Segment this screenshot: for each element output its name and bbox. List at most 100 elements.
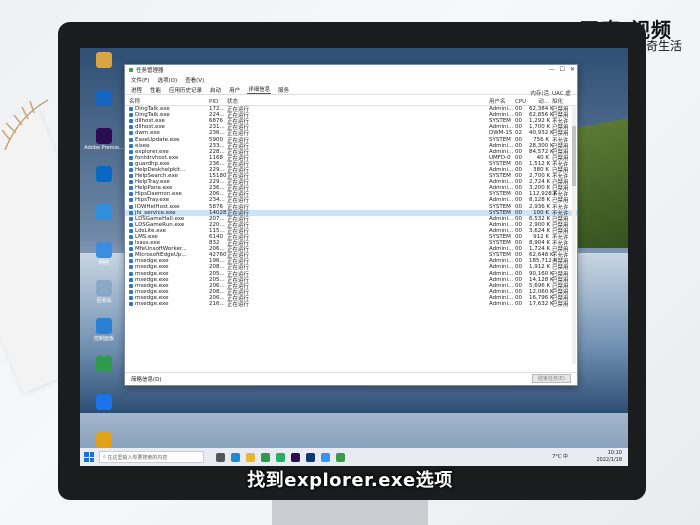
- desktop-icon[interactable]: 回收站: [82, 280, 126, 314]
- task-manager-taskbar-icon[interactable]: [336, 452, 345, 462]
- desktop-icon-label: 回收站: [96, 298, 112, 304]
- col-header-memory[interactable]: 内存(活动...: [529, 89, 549, 105]
- app-icon: [96, 166, 112, 182]
- desktop-icon[interactable]: 网络: [82, 242, 126, 276]
- process-name-cell: DingTalk.exe: [125, 106, 209, 112]
- task-view-icon[interactable]: [216, 452, 225, 462]
- process-mem-cell: 14,128 K: [529, 276, 554, 283]
- process-user-cell: SYSTEM: [489, 136, 511, 143]
- process-pid-cell: 115...: [209, 227, 225, 234]
- process-icon: [129, 247, 133, 252]
- tab-item[interactable]: 服务: [277, 86, 290, 94]
- process-pid-cell: 208...: [209, 288, 225, 295]
- process-icon: [129, 271, 133, 276]
- process-pid-cell: 196...: [209, 258, 225, 265]
- col-header-name[interactable]: 名称: [125, 97, 209, 105]
- task-manager-window[interactable]: 任务管理器 — ☐ ✕ 文件(F) 选项(O) 查看(V) 进程 性能 应用历史记录 启动…: [124, 64, 578, 386]
- ime-indicator[interactable]: 中: [563, 454, 568, 460]
- file-explorer-icon[interactable]: [246, 452, 255, 462]
- process-pid-cell: 216...: [209, 301, 225, 308]
- tab-item[interactable]: 启动: [209, 86, 222, 94]
- process-pid-cell: 207...: [209, 215, 225, 222]
- process-name-cell: msedge.exe: [125, 301, 209, 307]
- process-name-cell: HelpTray.exe: [125, 179, 209, 185]
- app-icon: [96, 204, 112, 220]
- tab-item[interactable]: 用户: [228, 86, 241, 94]
- desktop-icon[interactable]: [82, 52, 126, 86]
- process-user-cell: Admini...: [489, 282, 514, 289]
- process-icon: [129, 198, 133, 203]
- col-header-uac[interactable]: UAC 虚拟化: [549, 89, 576, 105]
- tray-status: 7°C 中: [552, 453, 568, 460]
- menu-item[interactable]: 文件(F): [131, 76, 149, 84]
- vertical-scrollbar[interactable]: [572, 106, 576, 364]
- minimize-icon[interactable]: —: [549, 66, 555, 73]
- process-name: HipsTray.exe: [135, 197, 170, 204]
- taskbar-search-input[interactable]: ⌕ 在这里输入你要搜索的内容: [99, 451, 204, 463]
- desktop-icon[interactable]: [82, 90, 126, 124]
- process-name-cell: LMS.exe: [125, 234, 209, 240]
- menu-item[interactable]: 选项(O): [157, 76, 177, 84]
- desktop-icon[interactable]: [82, 394, 126, 428]
- process-icon: [129, 113, 133, 118]
- fewer-details-link[interactable]: 简略信息(D): [131, 375, 162, 383]
- edge-icon[interactable]: [231, 452, 240, 462]
- weather-temp[interactable]: 7°C: [552, 454, 561, 460]
- desktop-icon[interactable]: [82, 204, 126, 238]
- desktop-icon[interactable]: 控制面板: [82, 318, 126, 352]
- tab-item[interactable]: 详细信息: [247, 85, 272, 94]
- photoshop-icon[interactable]: [306, 452, 315, 462]
- process-mem-cell: 1,912 K: [529, 264, 551, 271]
- process-user-cell: Admini...: [489, 215, 514, 222]
- process-name-cell: jhi_service.exe: [125, 210, 209, 216]
- process-pid-cell: 205...: [209, 270, 225, 277]
- process-mem-cell: 62,648 K: [529, 252, 554, 259]
- process-icon: [129, 302, 133, 307]
- tab-item[interactable]: 应用历史记录: [168, 86, 203, 94]
- scrollbar-thumb[interactable]: [572, 126, 576, 186]
- dingtalk-icon[interactable]: [321, 452, 330, 462]
- tab-item[interactable]: 性能: [149, 86, 162, 94]
- process-cpu-cell: 00: [515, 203, 522, 210]
- process-cpu-cell: 00: [515, 294, 522, 301]
- process-cpu-cell: 00: [515, 173, 522, 180]
- col-header-status[interactable]: 状态: [227, 97, 489, 105]
- title-bar[interactable]: 任务管理器: [125, 65, 577, 75]
- premiere-icon[interactable]: [291, 452, 300, 462]
- process-icon: [129, 283, 133, 288]
- process-icon: [129, 186, 133, 191]
- process-name: HelpTray.exe: [135, 179, 170, 186]
- process-user-cell: Admini...: [489, 142, 514, 149]
- process-cpu-cell: 00: [515, 227, 522, 234]
- process-user-cell: Admini...: [489, 270, 514, 277]
- process-user-cell: DWM-15: [489, 130, 513, 137]
- process-user-cell: Admini...: [489, 166, 514, 173]
- wechat-icon[interactable]: [276, 452, 285, 462]
- maximize-icon[interactable]: ☐: [560, 66, 565, 73]
- tab-item[interactable]: 进程: [130, 86, 143, 94]
- process-name-cell: msedge.exe: [125, 264, 209, 270]
- desktop-icon[interactable]: [82, 166, 126, 200]
- end-task-button[interactable]: 结束任务(E): [531, 374, 571, 383]
- process-user-cell: SYSTEM: [489, 118, 511, 125]
- col-header-pid[interactable]: PID: [209, 99, 227, 105]
- col-header-user[interactable]: 用户名: [489, 97, 515, 105]
- desktop-icon[interactable]: [82, 356, 126, 390]
- col-header-cpu[interactable]: CPU: [515, 99, 529, 105]
- menu-item[interactable]: 查看(V): [185, 76, 204, 84]
- process-name-cell: guardhp.exe: [125, 161, 209, 167]
- process-name-cell: LDSGameHall.exe: [125, 216, 209, 222]
- desktop-icon[interactable]: Adobe Premie...: [82, 128, 126, 162]
- close-icon[interactable]: ✕: [570, 66, 575, 73]
- clock[interactable]: 10:10 2022/1/18: [596, 450, 622, 464]
- windows-start-icon[interactable]: [84, 452, 94, 462]
- process-name: LDSGameRun.exe: [135, 221, 185, 228]
- process-cpu-cell: 00: [515, 154, 522, 161]
- process-name-cell: dllhost.exe: [125, 124, 209, 130]
- process-row[interactable]: msedge.exe 216... 正在运行 Admini... 00 17,632 K已…: [125, 301, 577, 308]
- chrome-icon[interactable]: [261, 452, 270, 462]
- process-mem-cell: 756 K: [533, 136, 549, 143]
- process-user-cell: UMFD-0: [489, 154, 511, 161]
- process-icon: [129, 289, 133, 294]
- process-user-cell: Admini...: [489, 197, 514, 204]
